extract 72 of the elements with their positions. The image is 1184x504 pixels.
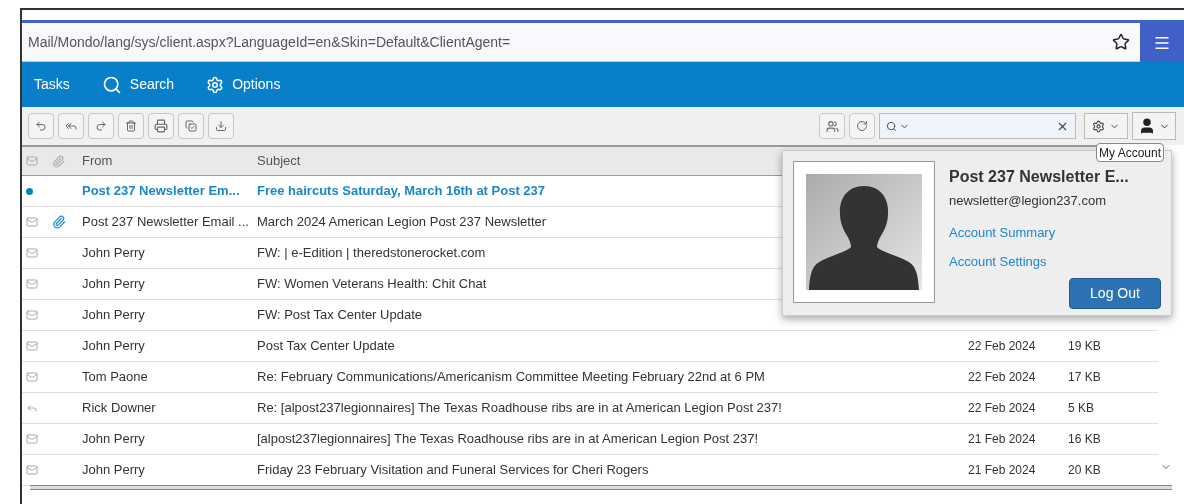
printer-icon xyxy=(154,119,168,133)
nav-tab[interactable]: Search xyxy=(101,74,175,95)
sender-text: John Perry xyxy=(82,244,146,263)
message-row[interactable]: John Perry Post Tax Center Update 22 Feb 2024 19 KB xyxy=(22,331,1158,362)
user-icon xyxy=(1138,117,1156,135)
sender-text: John Perry xyxy=(82,337,146,356)
sender-text: John Perry xyxy=(82,430,146,449)
paperclip-icon xyxy=(52,154,65,168)
trash-icon xyxy=(125,120,137,132)
sender-text: John Perry xyxy=(82,461,146,480)
date-text: 22 Feb 2024 xyxy=(968,338,1037,355)
column-header[interactable]: Subject xyxy=(257,151,301,171)
menu-button[interactable] xyxy=(1140,23,1184,62)
account-link[interactable]: Account Settings xyxy=(949,252,1161,272)
subject-text: FW: Post Tax Center Update xyxy=(257,306,423,325)
print-button[interactable] xyxy=(148,113,174,139)
date-text: 21 Feb 2024 xyxy=(968,462,1037,479)
settings-icon xyxy=(1092,119,1105,133)
search-field[interactable] xyxy=(879,113,1076,139)
undo-button[interactable] xyxy=(28,113,54,139)
tooltip: My Account xyxy=(1096,143,1165,162)
envelope-icon xyxy=(26,155,38,167)
avatar-silhouette-icon xyxy=(806,174,922,290)
contacts-button[interactable] xyxy=(819,113,845,139)
account-email: newsletter@legion237.com xyxy=(949,192,1107,210)
subject-text: Re: February Communications/Americanism Committee Meeting February 22nd at 6 PM xyxy=(257,368,766,387)
bookmark-star-icon[interactable] xyxy=(1112,33,1130,51)
copy-icon xyxy=(185,120,197,132)
size-text: 17 KB xyxy=(1068,369,1101,386)
reply-all-button[interactable] xyxy=(58,113,84,139)
subject-text: Friday 23 February Visitation and Funeral Services for Cheri Rogers xyxy=(257,461,650,480)
message-row[interactable]: Rick Downer Re: [alpost237legionnaires] The Texas Roadhouse ribs are in at American Legion Post 237! 22 Feb 2024 5 KB xyxy=(22,393,1158,424)
size-text: 20 KB xyxy=(1068,462,1101,479)
redo-icon xyxy=(95,120,107,132)
subject-text: Re: [alpost237legionnaires] The Texas Roadhouse ribs are in at American Legion Post 237! xyxy=(257,399,783,418)
nav-tab[interactable]: Tasks xyxy=(34,74,70,95)
subject-text: FW: Women Veterans Health: Chit Chat xyxy=(257,275,488,294)
settings-icon xyxy=(206,75,225,94)
search-icon xyxy=(101,74,122,95)
sender-text: John Perry xyxy=(82,275,146,294)
message-row[interactable]: Tom Paone Re: February Communications/Americanism Committee Meeting February 22nd at 6 PM 22 Feb 2024 17 KB xyxy=(22,362,1158,393)
log-out-button[interactable]: Log Out xyxy=(1069,277,1161,309)
delete-button[interactable] xyxy=(118,113,144,139)
sender-text: Tom Paone xyxy=(82,368,149,387)
sender-text: Post 237 Newsletter Em... xyxy=(82,182,241,201)
search-icon xyxy=(886,120,897,132)
date-text: 22 Feb 2024 xyxy=(968,400,1037,417)
date-text: 22 Feb 2024 xyxy=(968,369,1037,386)
size-text: 5 KB xyxy=(1068,400,1094,417)
sender-text: Rick Downer xyxy=(82,399,157,418)
sender-text: Post 237 Newsletter Email ... xyxy=(82,213,250,232)
subject-text: Free haircuts Saturday, March 16th at Post 237 xyxy=(257,182,547,201)
nav-tab[interactable]: Options xyxy=(206,74,281,95)
date-text: 21 Feb 2024 xyxy=(968,431,1037,448)
refresh-button[interactable] xyxy=(849,113,875,139)
download-button[interactable] xyxy=(208,113,234,139)
message-row[interactable]: John Perry [alpost237legionnaires] The Texas Roadhouse ribs are in at American Legion Post 237! 21 Feb 2024 16 KB xyxy=(22,424,1158,455)
size-text: 19 KB xyxy=(1068,338,1101,355)
settings-button[interactable] xyxy=(1084,113,1128,139)
reply-all-icon xyxy=(65,120,77,132)
refresh-icon xyxy=(856,120,868,132)
sender-text: John Perry xyxy=(82,306,146,325)
people-icon xyxy=(825,119,839,133)
subject-text: [alpost237legionnaires] The Texas Roadhouse ribs are in at American Legion Post 237! xyxy=(257,430,760,449)
download-icon xyxy=(215,120,227,132)
size-text: 16 KB xyxy=(1068,431,1101,448)
account-button[interactable] xyxy=(1132,112,1176,140)
undo-icon xyxy=(35,120,47,132)
subject-text: Post Tax Center Update xyxy=(257,337,396,356)
subject-text: March 2024 American Legion Post 237 Newsletter xyxy=(257,213,548,232)
forward-button[interactable] xyxy=(88,113,114,139)
column-header[interactable]: From xyxy=(82,151,257,171)
